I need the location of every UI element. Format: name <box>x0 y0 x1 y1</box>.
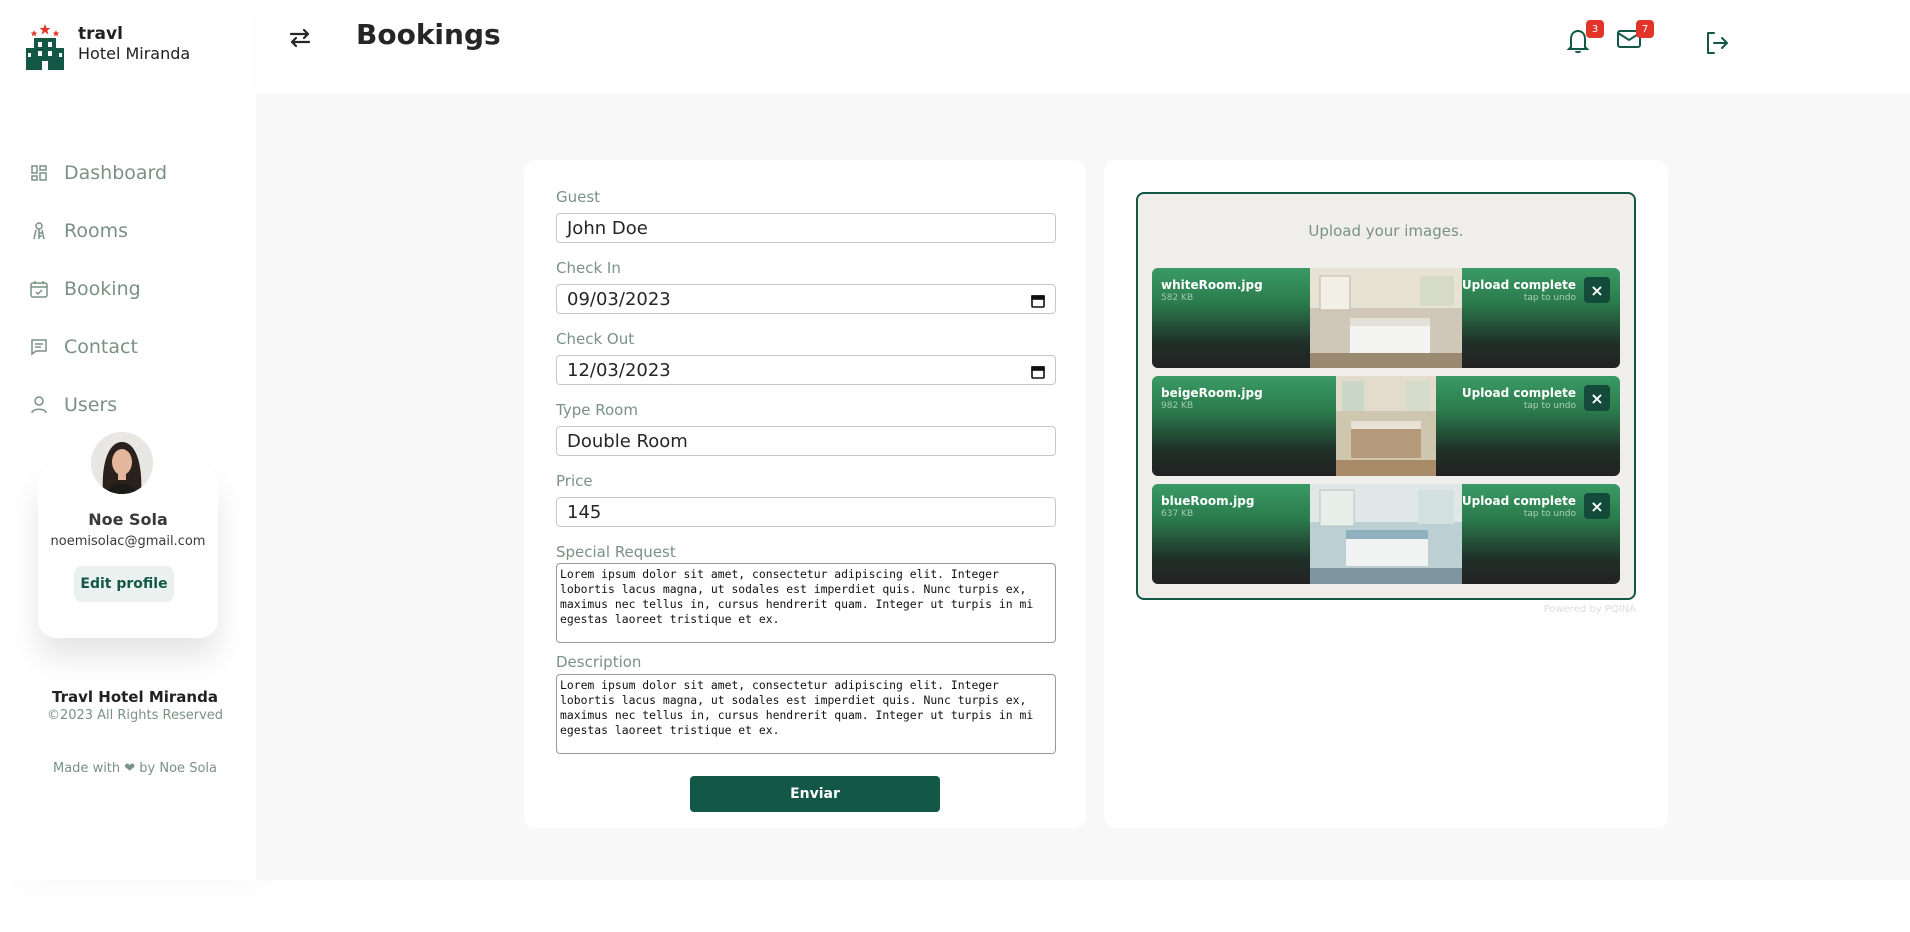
page-title: Bookings <box>356 18 501 51</box>
upload-status: Upload complete <box>1461 494 1576 508</box>
messages-badge: 7 <box>1636 20 1654 38</box>
checkin-date-input[interactable]: 09/03/2023 <box>556 284 1056 314</box>
sidebar: travl Hotel Miranda Dashboard Rooms Book… <box>0 0 256 880</box>
calendar-icon[interactable] <box>1031 292 1045 308</box>
sidebar-item-rooms[interactable]: Rooms <box>30 202 167 260</box>
remove-file-button[interactable]: × <box>1584 385 1610 411</box>
sidebar-item-label: Dashboard <box>64 162 168 184</box>
file-size: 637 KB <box>1161 509 1194 519</box>
image-dropzone[interactable]: Upload your images. whiteRoom.jpg 582 KB <box>1136 192 1636 600</box>
price-value: 145 <box>567 501 602 523</box>
calendar-check-icon <box>30 280 48 298</box>
footer-copyright: ©2023 All Rights Reserved <box>46 708 224 723</box>
file-name: whiteRoom.jpg <box>1161 278 1263 292</box>
booking-form: Guest John Doe Check In 09/03/2023 Check… <box>524 160 1086 828</box>
mail-icon[interactable]: 7 <box>1616 20 1654 54</box>
file-name: blueRoom.jpg <box>1161 494 1255 508</box>
avatar <box>91 432 153 494</box>
file-size: 982 KB <box>1161 401 1194 411</box>
guest-value: John Doe <box>567 217 648 239</box>
key-icon <box>30 222 48 240</box>
sidebar-item-label: Rooms <box>64 220 129 242</box>
checkin-value: 09/03/2023 <box>567 288 671 310</box>
type-room-label: Type Room <box>556 401 638 419</box>
user-icon <box>30 396 48 414</box>
sidebar-item-label: Users <box>64 394 118 416</box>
remove-file-button[interactable]: × <box>1584 493 1610 519</box>
sidebar-item-users[interactable]: Users <box>30 376 167 434</box>
special-request-label: Special Request <box>556 543 676 561</box>
special-request-textarea[interactable]: Lorem ipsum dolor sit amet, consectetur … <box>556 563 1056 643</box>
file-item: beigeRoom.jpg 982 KB Upload complete tap… <box>1152 376 1620 476</box>
file-item: whiteRoom.jpg 582 KB Upload complete tap… <box>1152 268 1620 368</box>
powered-by-link[interactable]: Powered by PQINA <box>1544 604 1636 615</box>
logout-icon[interactable] <box>1704 30 1730 56</box>
type-room-value: Double Room <box>567 430 688 452</box>
checkout-value: 12/03/2023 <box>567 359 671 381</box>
type-room-input[interactable]: Double Room <box>556 426 1056 456</box>
file-name: beigeRoom.jpg <box>1161 386 1263 400</box>
submit-button[interactable]: Enviar <box>690 776 940 812</box>
logo-title: travl <box>78 24 123 44</box>
bell-icon[interactable]: 3 <box>1566 20 1604 54</box>
sidebar-item-dashboard[interactable]: Dashboard <box>30 144 167 202</box>
guest-input[interactable]: John Doe <box>556 213 1056 243</box>
upload-status: Upload complete <box>1461 278 1576 292</box>
profile-name: Noe Sola <box>88 510 168 529</box>
logo[interactable]: travl Hotel Miranda <box>26 24 190 70</box>
undo-link[interactable]: tap to undo <box>1524 401 1576 411</box>
undo-link[interactable]: tap to undo <box>1524 509 1576 519</box>
remove-file-button[interactable]: × <box>1584 277 1610 303</box>
logo-subtitle: Hotel Miranda <box>78 44 191 63</box>
description-textarea[interactable]: Lorem ipsum dolor sit amet, consectetur … <box>556 674 1056 754</box>
close-icon: × <box>1590 280 1604 300</box>
top-header: Bookings 3 7 <box>256 0 1910 94</box>
upload-status: Upload complete <box>1461 386 1576 400</box>
message-icon <box>30 338 48 356</box>
close-icon: × <box>1590 388 1604 408</box>
profile-email: noemisolac@gmail.com <box>50 534 206 549</box>
price-label: Price <box>556 472 593 490</box>
checkin-label: Check In <box>556 259 621 277</box>
hotel-logo-icon <box>26 24 64 70</box>
footer-made-with: Made with ❤ by Noe Sola <box>53 761 217 776</box>
calendar-icon[interactable] <box>1031 363 1045 379</box>
sidebar-item-label: Contact <box>64 336 138 358</box>
checkout-label: Check Out <box>556 330 635 348</box>
upload-prompt[interactable]: Upload your images. <box>1138 222 1634 240</box>
description-label: Description <box>556 653 642 671</box>
sidebar-toggle-icon[interactable] <box>288 26 312 50</box>
file-size: 582 KB <box>1161 293 1194 303</box>
price-input[interactable]: 145 <box>556 497 1056 527</box>
room-photo <box>1310 484 1462 584</box>
notification-badge: 3 <box>1586 20 1604 38</box>
file-item: blueRoom.jpg 637 KB Upload complete tap … <box>1152 484 1620 584</box>
checkout-date-input[interactable]: 12/03/2023 <box>556 355 1056 385</box>
room-photo <box>1310 268 1462 368</box>
sidebar-item-contact[interactable]: Contact <box>30 318 167 376</box>
footer-title: Travl Hotel Miranda <box>52 688 218 706</box>
room-photo <box>1336 376 1436 476</box>
dashboard-icon <box>30 164 48 182</box>
sidebar-item-label: Booking <box>64 278 141 300</box>
main-content: Guest John Doe Check In 09/03/2023 Check… <box>256 94 1910 880</box>
edit-profile-button[interactable]: Edit profile <box>74 566 174 602</box>
image-upload-panel: Upload your images. whiteRoom.jpg 582 KB <box>1104 160 1668 828</box>
sidebar-item-booking[interactable]: Booking <box>30 260 167 318</box>
close-icon: × <box>1590 496 1604 516</box>
undo-link[interactable]: tap to undo <box>1524 293 1576 303</box>
sidebar-nav: Dashboard Rooms Booking Contact Users <box>30 144 167 434</box>
guest-label: Guest <box>556 188 601 206</box>
